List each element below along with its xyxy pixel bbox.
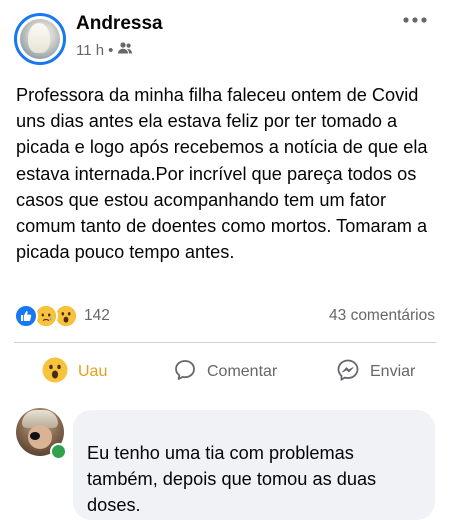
react-button[interactable]: Uau xyxy=(42,356,107,388)
post-meta: 11 h • xyxy=(76,41,133,59)
comments-count[interactable]: 43 comentários xyxy=(329,307,435,325)
divider xyxy=(14,342,436,343)
send-label: Enviar xyxy=(370,363,416,380)
avatar-photo xyxy=(20,19,60,59)
more-options-icon[interactable] xyxy=(402,10,428,26)
messenger-icon xyxy=(336,358,360,387)
comment-icon xyxy=(173,358,197,387)
reactions-summary[interactable]: 142 xyxy=(14,304,110,328)
author-avatar[interactable] xyxy=(14,13,66,65)
wow-icon xyxy=(42,357,68,388)
comment-button[interactable]: Comentar xyxy=(173,356,277,388)
reaction-count: 142 xyxy=(84,307,110,324)
comment-text: Eu tenho uma tia com problemas também, d… xyxy=(87,443,377,516)
meta-separator: • xyxy=(108,41,114,59)
comment-label: Comentar xyxy=(207,363,278,380)
like-icon xyxy=(14,304,38,328)
friends-icon xyxy=(117,41,133,59)
avatar-hair xyxy=(28,23,50,53)
avatar-eyepatch xyxy=(30,432,40,440)
post-time[interactable]: 11 h xyxy=(76,42,104,59)
post-text: Professora da minha filha faleceu ontem … xyxy=(16,85,428,263)
send-button[interactable]: Enviar xyxy=(336,356,415,388)
author-name[interactable]: Andressa xyxy=(76,13,163,35)
react-label: Uau xyxy=(78,363,108,380)
online-status-dot xyxy=(50,443,67,460)
